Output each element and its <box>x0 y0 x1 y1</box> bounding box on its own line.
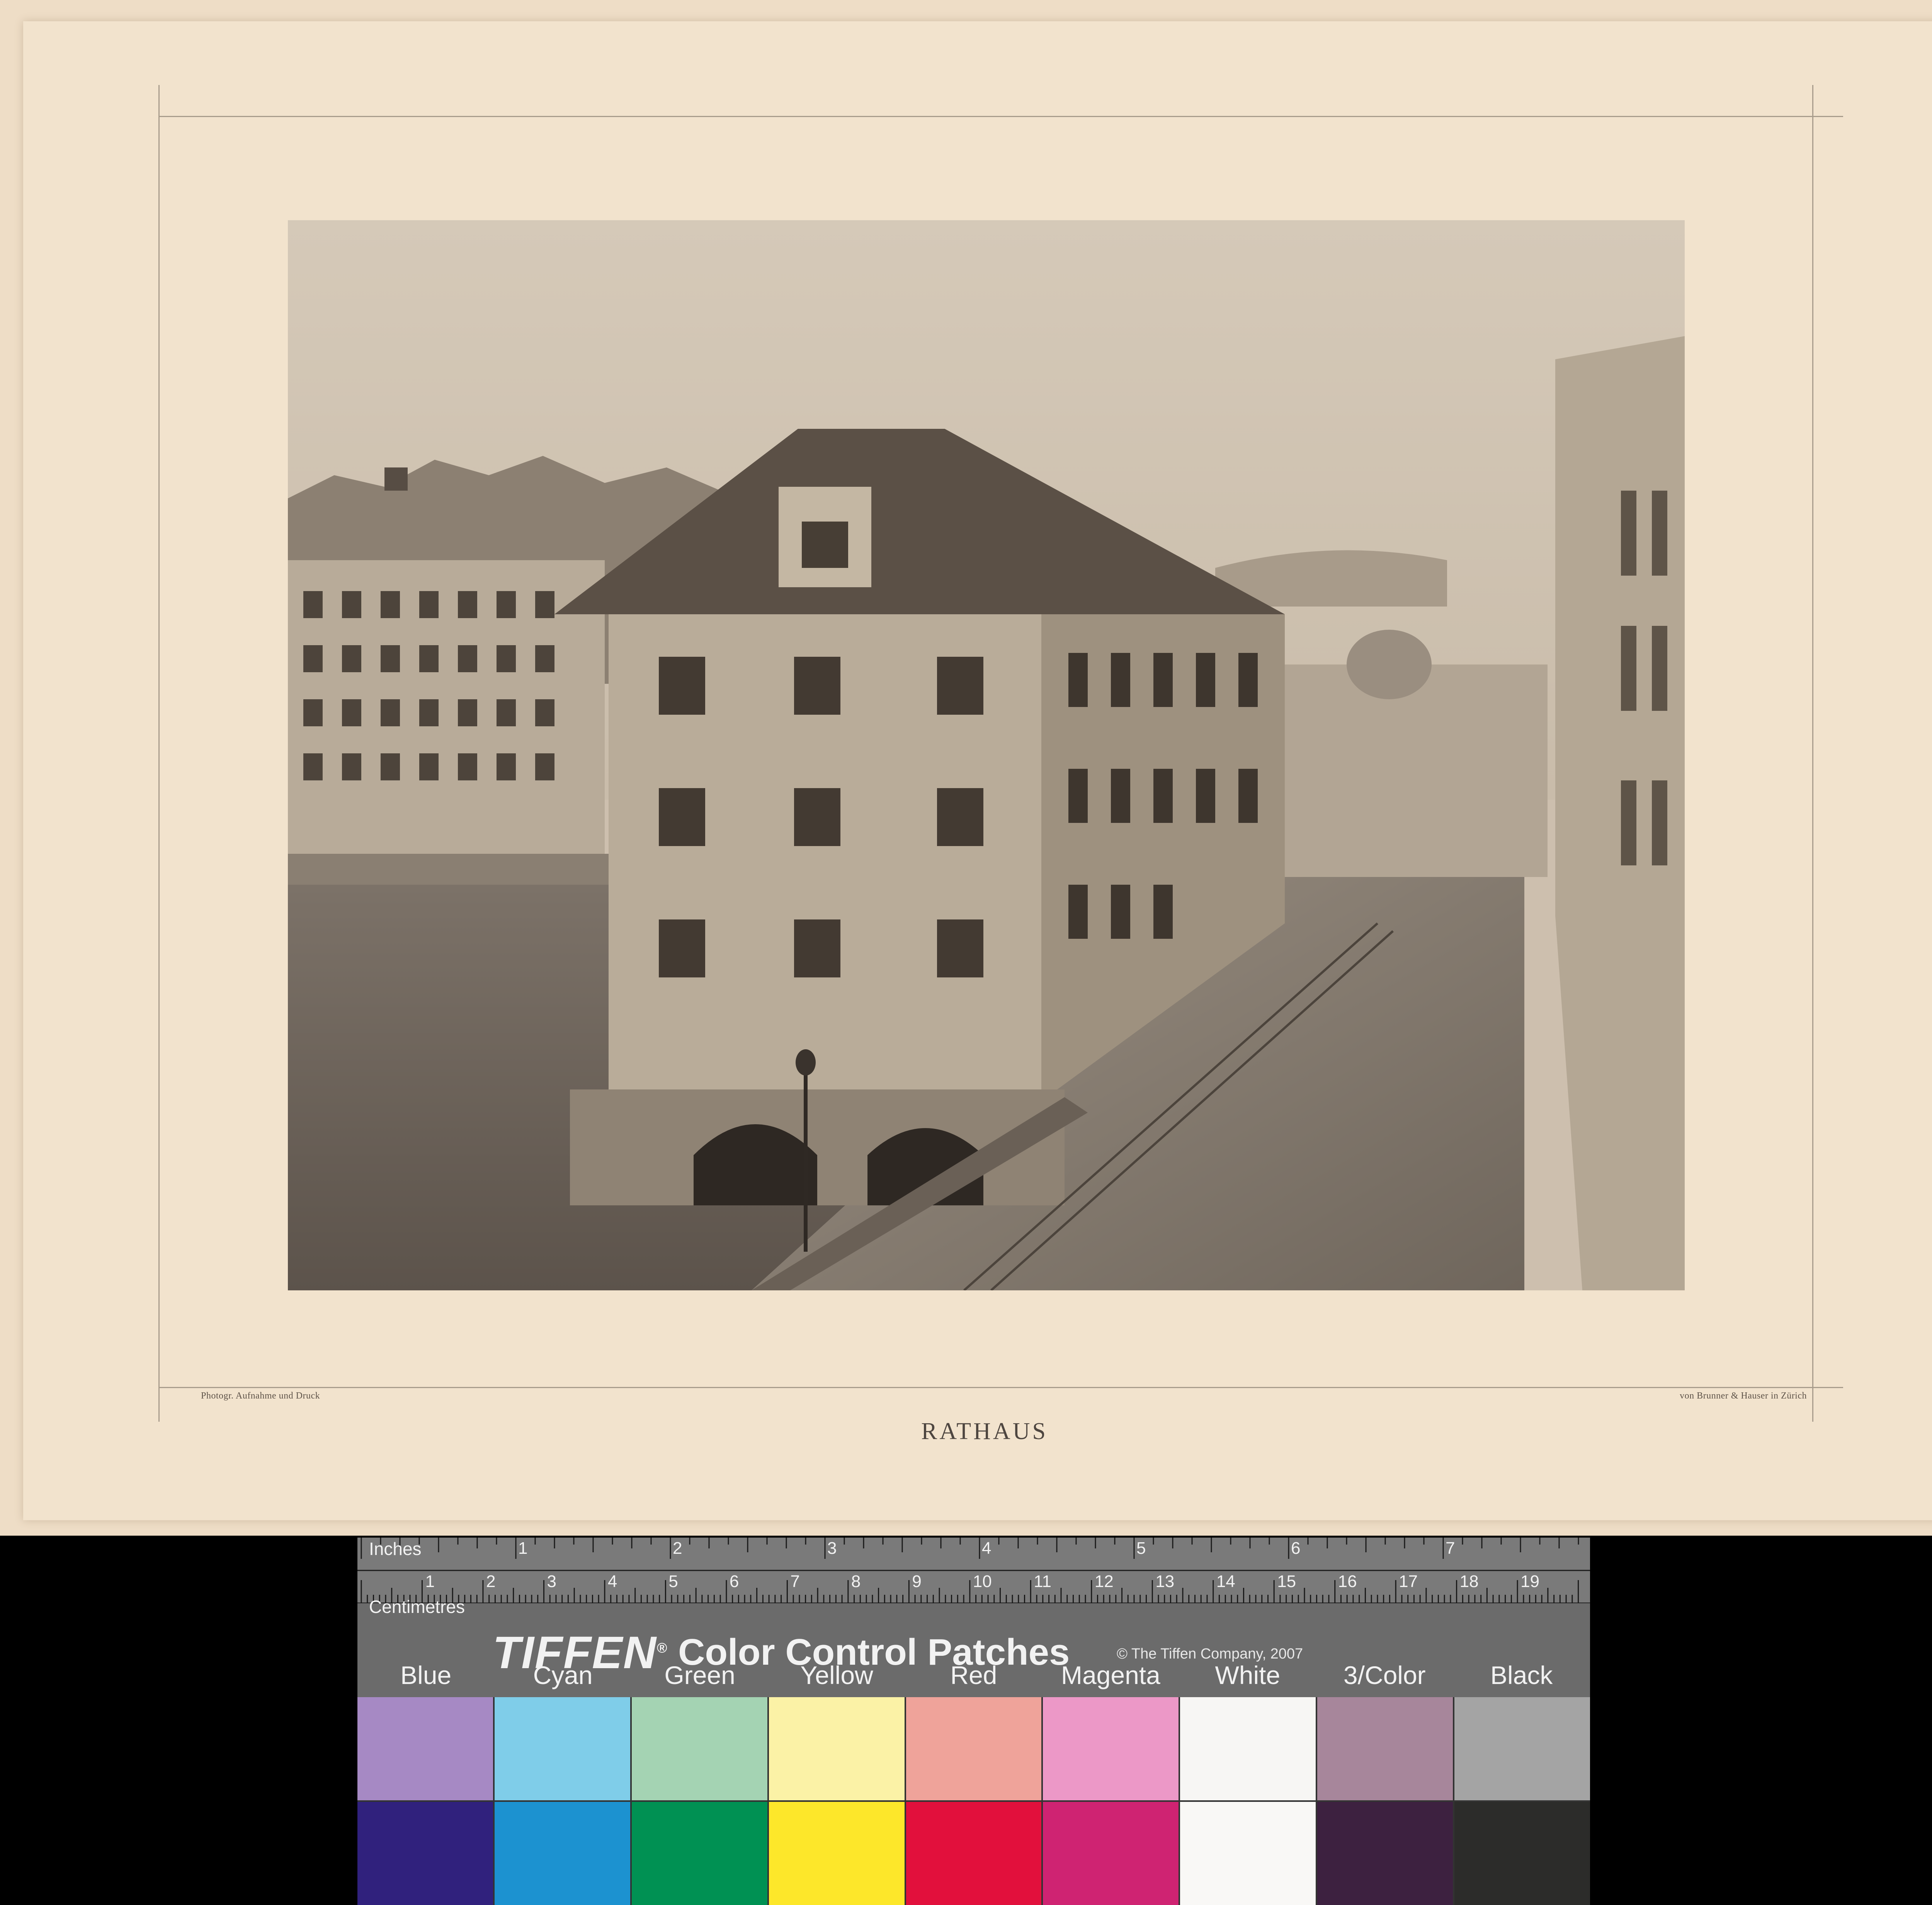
color-control-target: 1234567812345678910111213141516171819 In… <box>357 1538 1590 1905</box>
cm-number-11: 11 <box>1034 1572 1051 1591</box>
plate-rule-bottom <box>158 1387 1843 1388</box>
photograph <box>288 220 1685 1290</box>
dark-patch-red <box>906 1802 1042 1905</box>
light-patch-red <box>906 1697 1042 1800</box>
light-patch-3-color <box>1317 1697 1453 1800</box>
light-patch-cyan <box>494 1697 630 1800</box>
dark-patch-cyan <box>494 1802 630 1905</box>
dark-patch-black <box>1454 1802 1590 1905</box>
color-patch-grid <box>357 1697 1590 1905</box>
photo-credit-left: Photogr. Aufnahme und Druck <box>201 1391 320 1401</box>
bridge <box>288 854 636 885</box>
light-patch-magenta <box>1043 1697 1179 1800</box>
patch-name-6: White <box>1215 1661 1281 1689</box>
inch-number-4: 4 <box>982 1539 991 1558</box>
dark-patch-3-color <box>1317 1802 1453 1905</box>
inch-number-2: 2 <box>673 1539 682 1558</box>
cm-number-7: 7 <box>790 1572 799 1591</box>
light-patch-yellow <box>769 1697 905 1800</box>
inch-number-1: 1 <box>518 1539 527 1558</box>
plate-rule-right <box>1812 85 1813 1422</box>
ruler-ticks: 1234567812345678910111213141516171819 <box>357 1538 1590 1603</box>
patch-name-1: Cyan <box>533 1661 593 1689</box>
centimetres-label: Centimetres <box>369 1597 465 1617</box>
cm-number-10: 10 <box>973 1572 992 1591</box>
brand-registered-mark: ® <box>656 1640 668 1656</box>
cm-number-9: 9 <box>912 1572 921 1591</box>
patch-name-4: Red <box>950 1661 997 1689</box>
cm-number-14: 14 <box>1216 1572 1235 1591</box>
cm-number-12: 12 <box>1095 1572 1114 1591</box>
cm-number-2: 2 <box>486 1572 495 1591</box>
cm-number-16: 16 <box>1338 1572 1357 1591</box>
inch-number-3: 3 <box>827 1539 837 1558</box>
light-patch-green <box>631 1697 767 1800</box>
lamp-post <box>804 1066 808 1252</box>
cm-number-13: 13 <box>1155 1572 1174 1591</box>
dark-patch-blue <box>357 1802 493 1905</box>
dark-patch-white <box>1180 1802 1316 1905</box>
cm-number-1: 1 <box>425 1572 434 1591</box>
cm-number-15: 15 <box>1277 1572 1296 1591</box>
light-patch-black <box>1454 1697 1590 1800</box>
photo-credit-right: von Brunner & Hauser in Zürich <box>1680 1391 1807 1401</box>
dark-patch-magenta <box>1043 1802 1179 1905</box>
cm-number-17: 17 <box>1399 1572 1418 1591</box>
inch-number-7: 7 <box>1446 1539 1455 1558</box>
plate-rule-left <box>158 85 160 1422</box>
cm-number-4: 4 <box>608 1572 617 1591</box>
light-patch-blue <box>357 1697 493 1800</box>
light-patch-white <box>1180 1697 1316 1800</box>
cm-number-3: 3 <box>547 1572 556 1591</box>
dome <box>1347 630 1432 699</box>
dark-patch-yellow <box>769 1802 905 1905</box>
cm-number-8: 8 <box>851 1572 861 1591</box>
dark-patch-green <box>631 1802 767 1905</box>
flag <box>384 467 408 491</box>
cm-number-19: 19 <box>1520 1572 1539 1591</box>
cm-number-5: 5 <box>668 1572 678 1591</box>
mount-board: Photogr. Aufnahme und Druck von Brunner … <box>0 0 1932 1536</box>
inch-number-5: 5 <box>1136 1539 1146 1558</box>
patch-name-2: Green <box>664 1661 735 1689</box>
plate-rule-top <box>158 116 1843 117</box>
measurement-ruler: 1234567812345678910111213141516171819 In… <box>357 1538 1590 1603</box>
cm-number-6: 6 <box>730 1572 739 1591</box>
patch-name-8: Black <box>1490 1661 1553 1689</box>
plate-caption: RATHAUS <box>921 1418 1048 1444</box>
patch-name-row: Blue Cyan Green Yellow Red Magenta White 3/Colo… <box>357 1660 1590 1691</box>
inch-number-6: 6 <box>1291 1539 1300 1558</box>
photograph-rendering <box>288 220 1685 1290</box>
copyright-notice: © The Tiffen Company, 2007 <box>1117 1646 1303 1662</box>
lamp-head <box>796 1049 816 1076</box>
patch-name-3: Yellow <box>800 1661 873 1689</box>
patch-name-5: Magenta <box>1061 1661 1160 1689</box>
domed-market <box>1277 664 1548 877</box>
patch-name-7: 3/Color <box>1343 1661 1426 1689</box>
inches-label: Inches <box>369 1539 422 1559</box>
patch-name-0: Blue <box>400 1661 452 1689</box>
cm-number-18: 18 <box>1460 1572 1479 1591</box>
dormer-window <box>802 522 848 568</box>
